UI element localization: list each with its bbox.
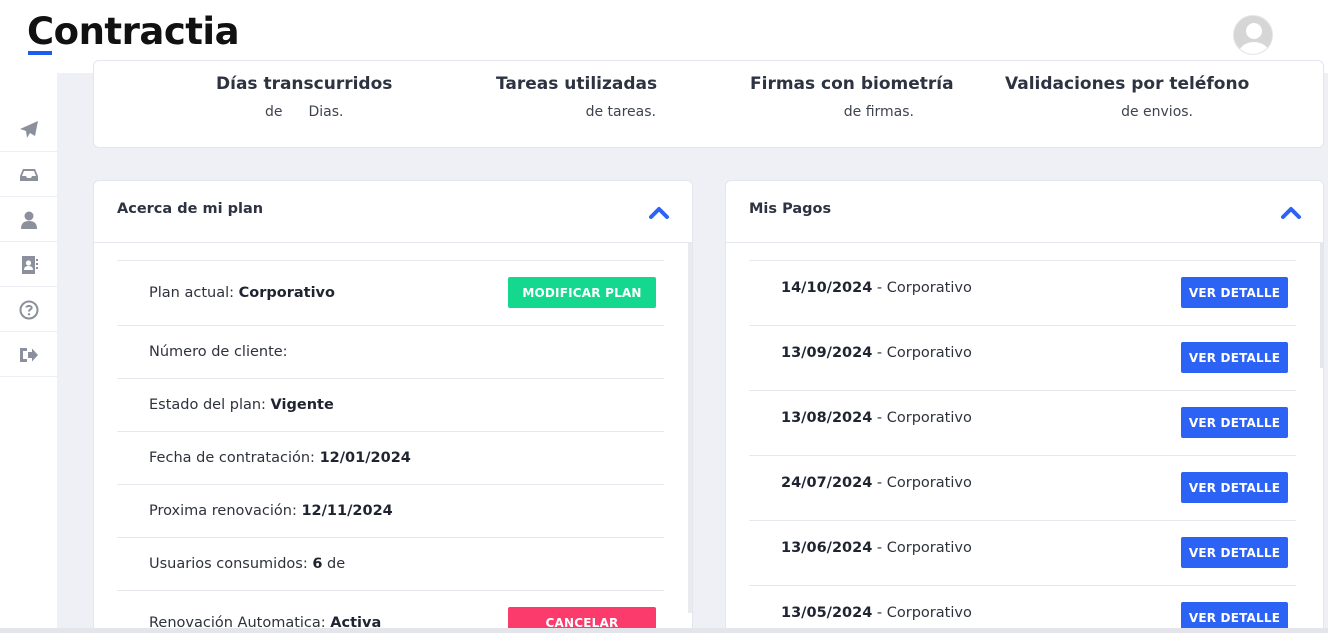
plan-panel: Acerca de mi plan Plan actual: Corporati… bbox=[93, 180, 693, 633]
payment-date: 24/07/2024 bbox=[781, 475, 873, 491]
payment-row: 13/05/2024 - Corporativo VER DETALLE bbox=[749, 585, 1296, 633]
stat-tasks-sub: de tareas. bbox=[585, 104, 656, 120]
plan-row-status: Estado del plan: Vigente bbox=[117, 378, 664, 431]
users-consumed-suffix: de bbox=[322, 556, 346, 572]
plan-panel-title: Acerca de mi plan bbox=[117, 201, 264, 217]
payment-row: 24/07/2024 - Corporativo VER DETALLE bbox=[749, 455, 1296, 520]
modify-plan-button[interactable]: MODIFICAR PLAN bbox=[508, 277, 656, 308]
plan-current-value: Corporativo bbox=[238, 285, 335, 301]
payment-text: 14/10/2024 - Corporativo bbox=[781, 280, 972, 296]
plan-status-value: Vigente bbox=[270, 397, 334, 413]
contract-date-text: Fecha de contratación: 12/01/2024 bbox=[149, 450, 411, 466]
payment-plan: - Corporativo bbox=[872, 280, 972, 296]
view-detail-button[interactable]: VER DETALLE bbox=[1181, 407, 1288, 438]
plan-row-auto-renewal: Renovación Automatica: Activa CANCELAR bbox=[117, 590, 664, 633]
stat-signatures: Firmas con biometría de firmas. bbox=[750, 74, 954, 120]
user-icon bbox=[20, 211, 37, 229]
plan-panel-header[interactable]: Acerca de mi plan bbox=[94, 181, 692, 243]
stat-days-title: Días transcurridos bbox=[216, 74, 393, 94]
usage-stats-card: Días transcurridos de Dias. Tareas utiliz… bbox=[93, 60, 1324, 148]
plan-row-renewal-date: Proxima renovación: 12/11/2024 bbox=[117, 484, 664, 537]
chevron-up-icon[interactable] bbox=[1280, 203, 1302, 221]
view-detail-button[interactable]: VER DETALLE bbox=[1181, 537, 1288, 568]
users-consumed-label: Usuarios consumidos: bbox=[149, 556, 313, 572]
sidebar-item-help[interactable] bbox=[0, 288, 57, 332]
client-number-label: Número de cliente: bbox=[149, 344, 288, 360]
stat-tasks: Tareas utilizadas de tareas. bbox=[496, 74, 658, 120]
help-icon bbox=[19, 300, 38, 319]
contacts-icon bbox=[21, 255, 38, 274]
plan-current-label: Plan actual: bbox=[149, 285, 239, 301]
contract-date-value: 12/01/2024 bbox=[319, 450, 411, 466]
view-detail-button[interactable]: VER DETALLE bbox=[1181, 277, 1288, 308]
payment-row: 14/10/2024 - Corporativo VER DETALLE bbox=[749, 260, 1296, 325]
view-detail-button[interactable]: VER DETALLE bbox=[1181, 472, 1288, 503]
sidebar-item-contacts[interactable] bbox=[0, 243, 57, 287]
payment-row: 13/09/2024 - Corporativo VER DETALLE bbox=[749, 325, 1296, 390]
payment-plan: - Corporativo bbox=[872, 540, 972, 556]
chevron-up-icon[interactable] bbox=[648, 203, 670, 221]
sidebar-item-send[interactable] bbox=[0, 108, 57, 152]
plan-scrollbar[interactable] bbox=[688, 243, 692, 613]
renewal-date-label: Proxima renovación: bbox=[149, 503, 302, 519]
payment-date: 13/06/2024 bbox=[781, 540, 873, 556]
payments-panel-title: Mis Pagos bbox=[749, 201, 832, 217]
sidebar bbox=[0, 73, 57, 633]
sidebar-item-user[interactable] bbox=[0, 198, 57, 242]
stat-days-suffix: Dias. bbox=[308, 104, 344, 120]
stat-phone-title: Validaciones por teléfono bbox=[1005, 74, 1250, 94]
view-detail-button[interactable]: VER DETALLE bbox=[1181, 342, 1288, 373]
payment-date: 13/05/2024 bbox=[781, 605, 873, 621]
inbox-icon bbox=[19, 168, 38, 181]
plan-row-users: Usuarios consumidos: 6 de bbox=[117, 537, 664, 590]
payment-text: 13/05/2024 - Corporativo bbox=[781, 605, 972, 621]
stat-tasks-title: Tareas utilizadas bbox=[496, 74, 658, 94]
payment-text: 13/08/2024 - Corporativo bbox=[781, 410, 972, 426]
app-logo[interactable]: Contractia bbox=[27, 10, 240, 53]
stat-phone-sub: de envios. bbox=[1121, 104, 1193, 120]
payments-panel: Mis Pagos 14/10/2024 - Corporativo VER D… bbox=[725, 180, 1324, 633]
payment-date: 13/09/2024 bbox=[781, 345, 873, 361]
window-bottom-edge bbox=[0, 628, 1328, 633]
payment-plan: - Corporativo bbox=[872, 605, 972, 621]
payment-row: 13/08/2024 - Corporativo VER DETALLE bbox=[749, 390, 1296, 455]
plan-row-client-number: Número de cliente: bbox=[117, 325, 664, 378]
payment-plan: - Corporativo bbox=[872, 410, 972, 426]
payment-date: 14/10/2024 bbox=[781, 280, 873, 296]
logo-underline bbox=[28, 51, 52, 55]
plan-status-text: Estado del plan: Vigente bbox=[149, 397, 334, 413]
users-consumed-value: 6 bbox=[312, 556, 323, 572]
stat-signatures-sub: de firmas. bbox=[843, 104, 914, 120]
contract-date-label: Fecha de contratación: bbox=[149, 450, 320, 466]
renewal-date-text: Proxima renovación: 12/11/2024 bbox=[149, 503, 393, 519]
plan-row-contract-date: Fecha de contratación: 12/01/2024 bbox=[117, 431, 664, 484]
sidebar-item-logout[interactable] bbox=[0, 333, 57, 377]
stat-days-sub: de Dias. bbox=[216, 104, 392, 120]
send-icon bbox=[19, 120, 38, 138]
payment-text: 13/09/2024 - Corporativo bbox=[781, 345, 972, 361]
payment-plan: - Corporativo bbox=[872, 475, 972, 491]
plan-row-current: Plan actual: Corporativo MODIFICAR PLAN bbox=[117, 260, 664, 325]
stat-phone-validations: Validaciones por teléfono de envios. bbox=[1005, 74, 1250, 120]
sidebar-item-inbox[interactable] bbox=[0, 153, 57, 197]
plan-current-text: Plan actual: Corporativo bbox=[149, 285, 335, 301]
renewal-date-value: 12/11/2024 bbox=[301, 503, 393, 519]
payment-text: 13/06/2024 - Corporativo bbox=[781, 540, 972, 556]
users-consumed-text: Usuarios consumidos: 6 de bbox=[149, 556, 345, 572]
stat-days: Días transcurridos de Dias. bbox=[216, 74, 392, 120]
payment-row: 13/06/2024 - Corporativo VER DETALLE bbox=[749, 520, 1296, 585]
avatar-placeholder-icon bbox=[1234, 16, 1272, 54]
payments-scrollbar[interactable] bbox=[1320, 243, 1323, 368]
logout-icon bbox=[19, 347, 38, 362]
stat-days-prefix: de bbox=[264, 104, 283, 120]
payment-plan: - Corporativo bbox=[872, 345, 972, 361]
plan-status-label: Estado del plan: bbox=[149, 397, 271, 413]
user-avatar[interactable] bbox=[1233, 15, 1273, 55]
payment-text: 24/07/2024 - Corporativo bbox=[781, 475, 972, 491]
stat-signatures-title: Firmas con biometría bbox=[750, 74, 954, 94]
payment-date: 13/08/2024 bbox=[781, 410, 873, 426]
payments-panel-header[interactable]: Mis Pagos bbox=[726, 181, 1323, 243]
